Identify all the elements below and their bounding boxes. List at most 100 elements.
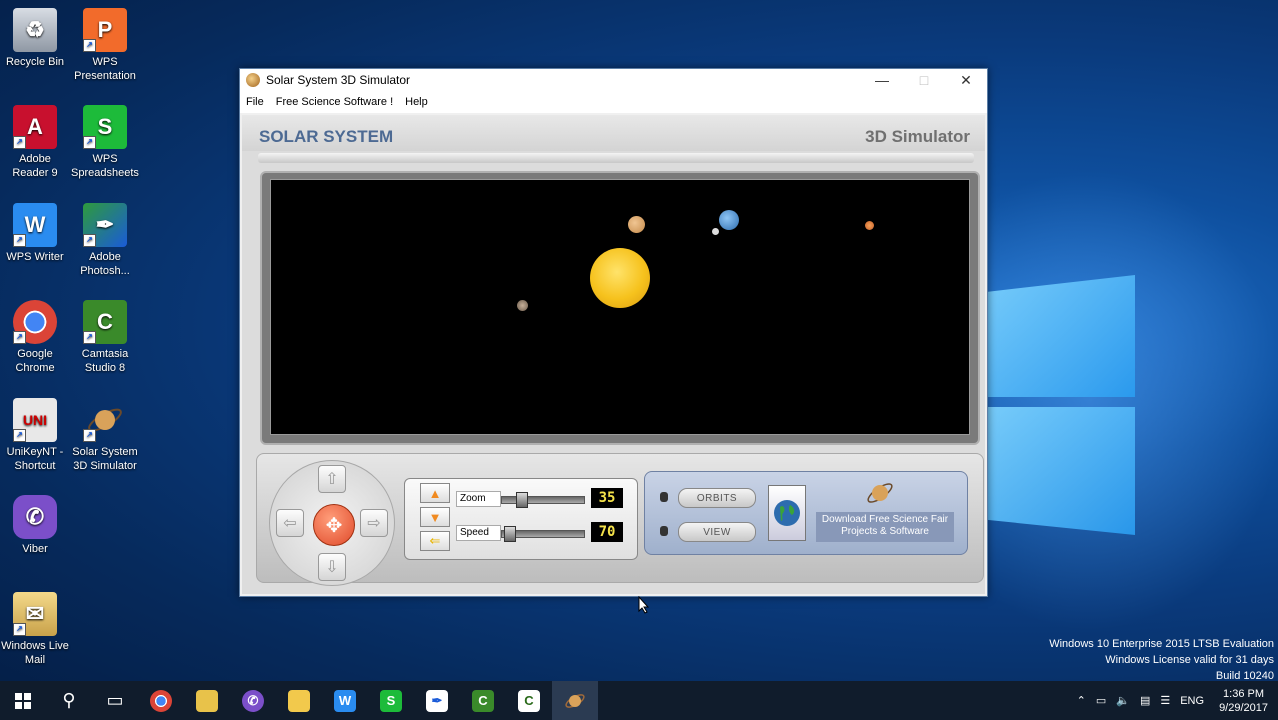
zoom-speed-panel: ▲ ▼ ⇐ Zoom 35 Speed 70 xyxy=(404,478,638,560)
moon xyxy=(712,228,719,235)
speed-slider-thumb[interactable] xyxy=(504,526,516,542)
desktop-icon-label: Solar System 3D Simulator xyxy=(72,446,138,472)
desktop-icon-unikey[interactable]: UNI ↗ UniKeyNT - Shortcut xyxy=(0,398,70,473)
start-button[interactable] xyxy=(0,681,46,720)
desktop-icon-adobe-photoshop[interactable]: ✒ ↗ Adobe Photosh... xyxy=(70,203,140,278)
view-button[interactable]: VIEW xyxy=(678,522,756,542)
orbits-button[interactable]: ORBITS xyxy=(678,488,756,508)
planet-mars xyxy=(865,221,874,230)
taskbar-photoshop[interactable]: ✒ xyxy=(414,681,460,720)
wps-spreadsheets-icon: S xyxy=(380,689,402,712)
zoom-down-arrow-icon[interactable]: ▼ xyxy=(420,507,450,527)
desktop-icon-label: UniKeyNT - Shortcut xyxy=(6,446,64,472)
file-explorer-icon xyxy=(288,689,310,712)
desktop-icon-label: Google Chrome xyxy=(15,348,55,374)
language-indicator[interactable]: ENG xyxy=(1175,695,1209,707)
camtasia-icon: C ↗ xyxy=(83,300,127,344)
taskbar-folder-app[interactable] xyxy=(184,681,230,720)
taskbar-solar-system[interactable] xyxy=(552,681,598,720)
speed-slider[interactable] xyxy=(501,526,585,542)
task-view-button[interactable]: ▭ xyxy=(92,681,138,720)
desktop-icon-solar-system[interactable]: ↗ Solar System 3D Simulator xyxy=(70,398,140,473)
action-center-icon[interactable]: ☰ xyxy=(1155,694,1175,707)
saturn-logo-icon xyxy=(865,478,895,508)
zoom-up-arrow-icon[interactable]: ▲ xyxy=(420,483,450,503)
wps-writer-icon: W xyxy=(334,689,356,712)
window-title: Solar System 3D Simulator xyxy=(266,73,411,87)
viber-icon: ✆ xyxy=(242,689,264,712)
zoom-label: Zoom xyxy=(456,491,501,507)
arrow-right-button[interactable]: ⇨ xyxy=(360,509,388,537)
desktop-icon-wps-writer[interactable]: W ↗ WPS Writer xyxy=(0,203,70,264)
adobe-reader-icon: A ↗ xyxy=(13,105,57,149)
speed-value: 70 xyxy=(591,522,623,542)
windows-evaluation-watermark: Windows 10 Enterprise 2015 LTSB Evaluati… xyxy=(1049,636,1274,684)
menu-file[interactable]: File xyxy=(240,96,270,108)
taskbar-wps-writer[interactable]: W xyxy=(322,681,368,720)
volume-icon[interactable]: 🔈 xyxy=(1111,694,1135,707)
watermark-line-2: Windows License valid for 31 days xyxy=(1105,654,1274,666)
saturn-icon: ↗ xyxy=(83,398,127,442)
taskbar-viber[interactable]: ✆ xyxy=(230,681,276,720)
download-link[interactable]: Download Free Science Fair Projects & So… xyxy=(816,512,954,542)
desktop-icon-wps-presentation[interactable]: P ↗ WPS Presentation xyxy=(70,8,140,83)
mail-icon: ✉ ↗ xyxy=(13,592,57,636)
maximize-button[interactable]: □ xyxy=(903,69,945,91)
search-icon: ⚲ xyxy=(62,690,76,710)
network-icon[interactable]: ▤ xyxy=(1135,694,1155,707)
clock-date: 9/29/2017 xyxy=(1219,701,1268,714)
minimize-button[interactable]: — xyxy=(861,69,903,91)
arrow-up-button[interactable]: ⇧ xyxy=(318,465,346,493)
header-strip xyxy=(258,153,974,163)
desktop-icon-camtasia[interactable]: C ↗ Camtasia Studio 8 xyxy=(70,300,140,375)
chevron-up-icon[interactable]: ⌃ xyxy=(1072,694,1091,707)
desktop-icon-google-chrome[interactable]: ↗ Google Chrome xyxy=(0,300,70,375)
clock-time: 1:36 PM xyxy=(1223,687,1265,700)
mouse-cursor-icon xyxy=(638,596,650,614)
control-panel: ⇧ ⇩ ⇦ ⇨ ✥ ▲ ▼ ⇐ Zoom 35 Speed 70 ORBITS xyxy=(256,453,984,586)
planet-mercury xyxy=(517,300,528,311)
menu-free-science-software[interactable]: Free Science Software ! xyxy=(270,96,399,108)
planet-venus xyxy=(628,216,645,233)
title-bar[interactable]: Solar System 3D Simulator — □ ✕ xyxy=(240,69,987,91)
options-panel: ORBITS VIEW Download Free Science Fair P… xyxy=(644,471,968,555)
saturn-icon xyxy=(565,693,585,708)
desktop-icon-label: Viber xyxy=(22,543,48,555)
taskbar: ⚲ ▭ ✆ W S ✒ C C ⌃ ▭ 🔈 ▤ ☰ ENG 1:36 PM 9/… xyxy=(0,681,1278,720)
arrow-left-button[interactable]: ⇦ xyxy=(276,509,304,537)
app-icon xyxy=(246,73,260,87)
zoom-slider-thumb[interactable] xyxy=(516,492,528,508)
sun xyxy=(590,248,650,308)
close-button[interactable]: ✕ xyxy=(945,69,987,91)
photoshop-feather-icon: ✒ xyxy=(426,689,448,712)
desktop-icon-label: WPS Presentation xyxy=(74,56,136,82)
wps-spreadsheets-icon: S ↗ xyxy=(83,105,127,149)
reset-arrow-icon[interactable]: ⇐ xyxy=(420,531,450,551)
camtasia-recorder-icon: C xyxy=(518,689,540,712)
desktop-icon-windows-live-mail[interactable]: ✉ ↗ Windows Live Mail xyxy=(0,592,70,667)
search-button[interactable]: ⚲ xyxy=(46,681,92,720)
app-client-area: SOLAR SYSTEM 3D Simulator ⇧ ⇩ ⇦ ⇨ ✥ ▲ ▼ … xyxy=(242,115,985,594)
chrome-icon xyxy=(150,689,172,712)
clock[interactable]: 1:36 PM 9/29/2017 xyxy=(1209,687,1278,715)
desktop-icon-wps-spreadsheets[interactable]: S ↗ WPS Spreadsheets xyxy=(70,105,140,180)
taskbar-file-explorer[interactable] xyxy=(276,681,322,720)
taskbar-wps-spreadsheets[interactable]: S xyxy=(368,681,414,720)
simulation-viewport[interactable] xyxy=(270,179,970,435)
taskbar-camtasia-recorder[interactable]: C xyxy=(506,681,552,720)
app-window: Solar System 3D Simulator — □ ✕ File Fre… xyxy=(239,68,988,597)
orbits-indicator xyxy=(660,492,668,502)
desktop-icon-viber[interactable]: ✆ Viber xyxy=(0,495,70,556)
arrow-down-button[interactable]: ⇩ xyxy=(318,553,346,581)
zoom-slider[interactable] xyxy=(501,492,585,508)
desktop-icon-adobe-reader[interactable]: A ↗ Adobe Reader 9 xyxy=(0,105,70,180)
move-center-button[interactable]: ✥ xyxy=(313,504,355,546)
system-tray: ⌃ ▭ 🔈 ▤ ☰ ENG 1:36 PM 9/29/2017 xyxy=(1072,681,1278,720)
desktop-icon-recycle-bin[interactable]: ♻ Recycle Bin xyxy=(0,8,70,69)
menu-help[interactable]: Help xyxy=(399,96,434,108)
earth-globe-button[interactable] xyxy=(768,485,806,541)
taskbar-camtasia[interactable]: C xyxy=(460,681,506,720)
task-view-icon: ▭ xyxy=(106,690,124,710)
taskbar-chrome[interactable] xyxy=(138,681,184,720)
battery-icon[interactable]: ▭ xyxy=(1091,694,1111,707)
